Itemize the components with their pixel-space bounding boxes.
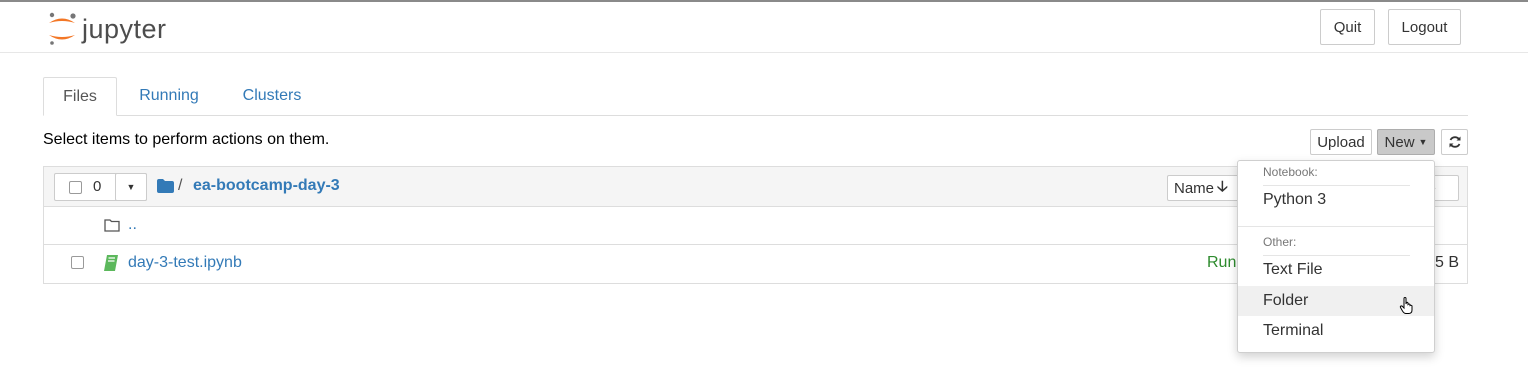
selection-hint: Select items to perform actions on them. <box>43 131 330 148</box>
sort-by-name-button[interactable]: Name 🡣 <box>1167 175 1241 201</box>
jupyter-logo-icon <box>49 12 76 45</box>
header-bar: jupyter Quit Logout <box>0 2 1528 53</box>
breadcrumb-current-dir[interactable]: ea-bootcamp-day-3 <box>193 177 340 195</box>
menu-header-other: Other: <box>1263 235 1297 249</box>
jupyter-logo[interactable]: jupyter <box>46 10 186 48</box>
new-dropdown-button[interactable]: New ▼ <box>1377 129 1435 155</box>
menu-item-python3[interactable]: Python 3 <box>1238 185 1434 215</box>
menu-separator <box>1238 226 1434 227</box>
running-status: Run <box>1207 254 1237 271</box>
caret-down-icon: ▼ <box>1418 137 1428 147</box>
tab-clusters[interactable]: Clusters <box>233 77 311 115</box>
hand-cursor-icon <box>1399 297 1413 314</box>
menu-item-text-file[interactable]: Text File <box>1238 255 1434 285</box>
file-size: 5 B <box>1435 254 1460 271</box>
logout-button[interactable]: Logout <box>1388 9 1461 45</box>
new-button-label: New <box>1384 133 1415 151</box>
arrow-down-icon: 🡣 <box>1217 177 1228 195</box>
jupyter-wordmark: jupyter <box>82 14 167 44</box>
select-all-checkbox[interactable] <box>69 181 82 194</box>
tab-files[interactable]: Files <box>43 77 117 116</box>
breadcrumb-separator: / <box>178 177 183 194</box>
refresh-icon <box>1449 136 1460 148</box>
notebook-icon <box>104 255 118 271</box>
row-checkbox[interactable] <box>71 256 84 269</box>
select-menu-button[interactable]: ▼ <box>115 173 147 201</box>
notebook-link[interactable]: day-3-test.ipynb <box>128 254 242 272</box>
upload-button[interactable]: Upload <box>1310 129 1372 155</box>
caret-down-icon: ▼ <box>126 182 136 192</box>
refresh-button[interactable] <box>1441 129 1468 155</box>
quit-button[interactable]: Quit <box>1320 9 1375 45</box>
selected-count: 0 <box>93 178 102 195</box>
parent-dir-link[interactable]: .. <box>128 216 137 234</box>
tab-running[interactable]: Running <box>127 77 211 115</box>
folder-icon <box>157 179 174 193</box>
menu-item-terminal[interactable]: Terminal <box>1238 316 1434 346</box>
main-tabs: Files Running Clusters <box>43 77 1468 116</box>
new-dropdown-menu: Notebook: Python 3 Other: Text File Fold… <box>1237 160 1435 353</box>
folder-outline-icon <box>104 219 120 232</box>
sort-name-label: Name <box>1174 179 1215 197</box>
menu-header-notebook: Notebook: <box>1263 165 1318 179</box>
